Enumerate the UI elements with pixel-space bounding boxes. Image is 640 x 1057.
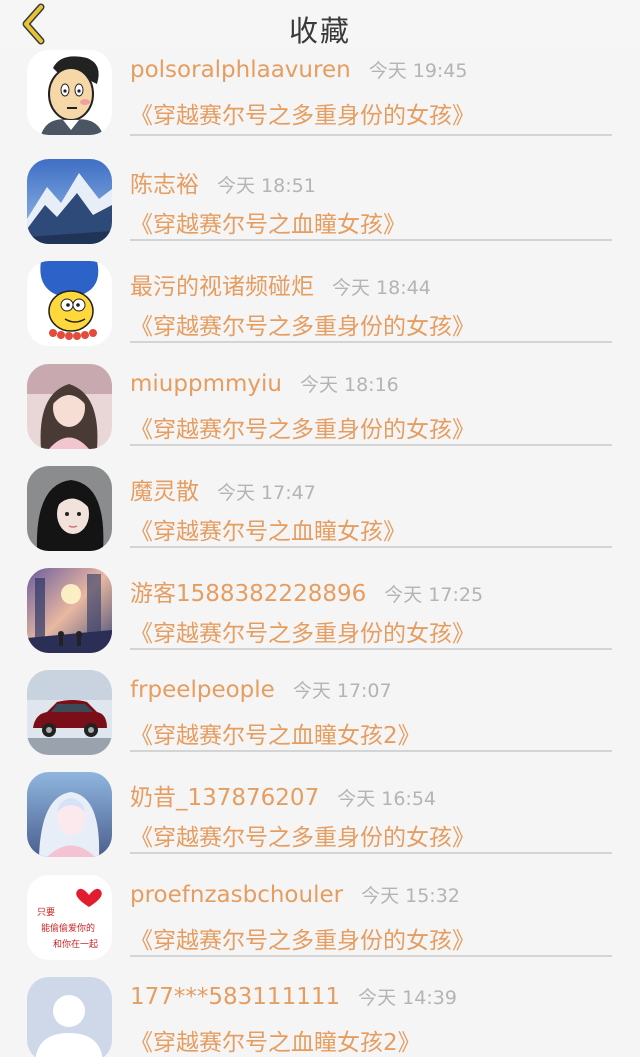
- list-item[interactable]: 魔灵散 今天 17:47 《穿越赛尔号之血瞳女孩》: [0, 459, 640, 561]
- list-item[interactable]: 游客1588382228896 今天 17:25 《穿越赛尔号之多重身份的女孩》: [0, 561, 640, 663]
- avatar[interactable]: [27, 363, 112, 449]
- timestamp: 今天 18:16: [299, 373, 399, 396]
- item-header: miuppmmyiu 今天 18:16: [130, 370, 399, 404]
- heart-text-avatar: 只要能偷偷爱你的和你在一起: [27, 874, 112, 960]
- work-title-link[interactable]: 《穿越赛尔号之多重身份的女孩》: [130, 818, 475, 852]
- user-name[interactable]: 游客1588382228896: [130, 574, 366, 608]
- cartoon-man-avatar: [27, 50, 112, 135]
- list-item[interactable]: 奶昔_137876207 今天 16:54 《穿越赛尔号之多重身份的女孩》: [0, 765, 640, 867]
- timestamp: 今天 14:39: [358, 986, 457, 1009]
- avatar[interactable]: [27, 50, 112, 135]
- row-divider: [130, 341, 612, 344]
- list-item[interactable]: frpeelpeople 今天 17:07 《穿越赛尔号之血瞳女孩2》: [0, 663, 640, 765]
- work-title-link[interactable]: 《穿越赛尔号之多重身份的女孩》: [130, 96, 475, 130]
- list-item[interactable]: miuppmmyiu 今天 18:16 《穿越赛尔号之多重身份的女孩》: [0, 357, 640, 459]
- user-name[interactable]: 魔灵散: [130, 472, 199, 506]
- work-title-link[interactable]: 《穿越赛尔号之多重身份的女孩》: [130, 410, 475, 444]
- avatar[interactable]: [27, 568, 112, 653]
- anime-scene-avatar: [27, 568, 112, 653]
- user-name[interactable]: polsoralphlaavuren: [130, 57, 351, 83]
- row-divider: [130, 648, 612, 650]
- user-name[interactable]: 陈志裕: [130, 165, 199, 199]
- list-item[interactable]: 最污的视诸频碰炬 今天 18:44 《穿越赛尔号之多重身份的女孩》: [0, 254, 640, 356]
- avatar[interactable]: [27, 159, 112, 245]
- avatar[interactable]: [27, 465, 112, 551]
- user-name[interactable]: proefnzasbchouler: [130, 882, 343, 908]
- marge-simpson-avatar: [27, 261, 112, 347]
- snowy-mountain-avatar: [27, 159, 112, 245]
- row-divider: [130, 134, 612, 136]
- work-title-link[interactable]: 《穿越赛尔号之血瞳女孩》: [130, 205, 406, 239]
- row-divider: [130, 239, 612, 242]
- work-title-link[interactable]: 《穿越赛尔号之多重身份的女孩》: [130, 921, 475, 955]
- item-header: 陈志裕 今天 18:51: [130, 165, 316, 199]
- red-car-avatar: [27, 670, 112, 756]
- user-name[interactable]: frpeelpeople: [130, 677, 275, 703]
- timestamp: 今天 17:47: [217, 481, 316, 504]
- user-name[interactable]: 177***583111111: [130, 984, 340, 1010]
- row-divider: [130, 852, 612, 855]
- avatar-caption: 能偷偷爱你的: [41, 922, 95, 934]
- timestamp: 今天 16:54: [337, 788, 436, 811]
- avatar[interactable]: [27, 261, 112, 347]
- list-item[interactable]: 陈志裕 今天 18:51 《穿越赛尔号之血瞳女孩》: [0, 152, 640, 254]
- work-title-link[interactable]: 《穿越赛尔号之多重身份的女孩》: [130, 614, 475, 648]
- work-title-link[interactable]: 《穿越赛尔号之血瞳女孩》: [130, 512, 406, 546]
- work-title-link[interactable]: 《穿越赛尔号之多重身份的女孩》: [130, 307, 475, 341]
- row-divider: [130, 954, 612, 957]
- avatar[interactable]: [27, 976, 112, 1057]
- item-header: frpeelpeople 今天 17:07: [130, 676, 392, 710]
- user-name[interactable]: miuppmmyiu: [130, 371, 282, 397]
- item-header: proefnzasbchouler 今天 15:32: [130, 881, 460, 915]
- item-header: 魔灵散 今天 17:47: [130, 472, 316, 506]
- item-header: 游客1588382228896 今天 17:25: [130, 574, 483, 608]
- row-divider: [130, 443, 612, 446]
- item-header: 最污的视诸频碰炬 今天 18:44: [130, 267, 431, 301]
- timestamp: 今天 18:51: [217, 175, 316, 198]
- favorites-list[interactable]: polsoralphlaavuren 今天 19:45 《穿越赛尔号之多重身份的女孩…: [0, 50, 640, 1057]
- timestamp: 今天 17:07: [292, 680, 392, 703]
- timestamp: 今天 17:25: [384, 584, 484, 606]
- work-title-link[interactable]: 《穿越赛尔号之血瞳女孩2》: [130, 716, 421, 750]
- avatar[interactable]: [27, 670, 112, 756]
- timestamp: 今天 19:45: [368, 60, 468, 82]
- item-header: 奶昔_137876207 今天 16:54: [130, 778, 436, 812]
- row-divider: [130, 545, 612, 548]
- list-item[interactable]: 只要能偷偷爱你的和你在一起 proefnzasbchouler 今天 15:32 《穿…: [0, 868, 640, 970]
- avatar[interactable]: 只要能偷偷爱你的和你在一起: [27, 874, 112, 960]
- item-header: 177***583111111 今天 14:39: [130, 983, 457, 1017]
- timestamp: 今天 15:32: [361, 884, 460, 907]
- user-name[interactable]: 最污的视诸频碰炬: [130, 267, 314, 301]
- timestamp: 今天 18:44: [332, 277, 431, 300]
- avatar[interactable]: [27, 772, 112, 858]
- item-header: polsoralphlaavuren 今天 19:45: [130, 56, 467, 90]
- page-title: 收藏: [288, 14, 351, 48]
- girl-photo-avatar: [27, 363, 112, 449]
- default-person-avatar: [27, 976, 112, 1057]
- list-item[interactable]: polsoralphlaavuren 今天 19:45 《穿越赛尔号之多重身份的女孩…: [0, 50, 640, 152]
- user-name[interactable]: 奶昔_137876207: [130, 778, 319, 812]
- avatar-caption: 只要: [37, 907, 55, 918]
- nav-bar: 收藏: [0, 0, 640, 50]
- dark-hair-girl-avatar: [27, 465, 112, 551]
- row-divider: [130, 750, 612, 753]
- work-title-link[interactable]: 《穿越赛尔号之血瞳女孩2》: [130, 1023, 421, 1057]
- anime-girl-avatar: [27, 772, 112, 858]
- list-item[interactable]: 177***583111111 今天 14:39 《穿越赛尔号之血瞳女孩2》: [0, 970, 640, 1057]
- avatar-caption: 和你在一起: [53, 938, 98, 950]
